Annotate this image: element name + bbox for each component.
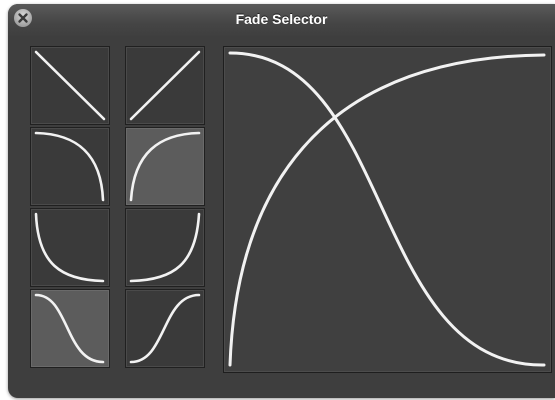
fade-preview-panel: [223, 46, 552, 373]
logarithmic-fade-in-curve-icon: [129, 131, 201, 202]
fade-selector-window: Fade Selector: [8, 4, 555, 398]
s-curve-fade-in-curve-icon: [129, 293, 201, 364]
s-curve-fade-out-button[interactable]: [30, 289, 110, 368]
s-curve-fade-in-button[interactable]: [125, 289, 205, 368]
s-curve-fade-out-curve-icon: [34, 293, 105, 364]
window-title: Fade Selector: [235, 11, 328, 27]
linear-fade-out-button[interactable]: [30, 46, 110, 125]
exponential-fade-out-button[interactable]: [30, 208, 110, 287]
linear-fade-in-button[interactable]: [125, 46, 205, 125]
exponential-fade-in-curve-icon: [129, 212, 201, 283]
fade-out-preview-curve: [228, 51, 546, 367]
exponential-fade-out-curve-icon: [34, 212, 105, 283]
logarithmic-fade-out-curve-icon: [34, 131, 105, 202]
linear-fade-out-curve-icon: [34, 50, 106, 121]
fade-in-preview-curve: [228, 53, 546, 367]
crossfade-preview-graph: [228, 51, 546, 367]
title-bar[interactable]: Fade Selector: [8, 4, 555, 36]
exponential-fade-in-button[interactable]: [125, 208, 205, 287]
logarithmic-fade-in-button[interactable]: [125, 127, 205, 206]
linear-fade-in-curve-icon: [129, 50, 201, 121]
logarithmic-fade-out-button[interactable]: [30, 127, 110, 206]
